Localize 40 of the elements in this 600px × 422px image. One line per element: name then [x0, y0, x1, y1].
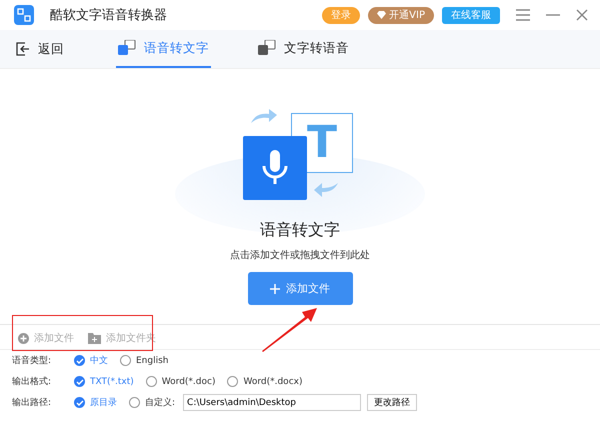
back-button[interactable]: 返回: [14, 30, 66, 68]
change-path-button[interactable]: 更改路径: [367, 394, 418, 411]
heading: 语音转文字: [260, 220, 340, 241]
check-icon: [76, 400, 84, 406]
radio-option[interactable]: Word(*.docx): [227, 376, 302, 387]
check-icon: [76, 358, 84, 364]
header-button[interactable]: 开通VIP: [368, 6, 434, 24]
radio-option[interactable]: Word(*.doc): [146, 376, 216, 387]
app-logo-icon: [14, 5, 34, 25]
curved-arrow-icon: [251, 109, 277, 123]
tab[interactable]: 语音转文字: [116, 30, 211, 68]
radio-option[interactable]: 原目录: [74, 396, 117, 409]
option-label: 语音类型:: [12, 354, 52, 367]
tab-icon: [258, 40, 276, 56]
exit-icon: [16, 42, 30, 56]
radio-option[interactable]: 自定义:: [129, 396, 176, 409]
option-label: 输出路径:: [12, 396, 52, 409]
header-button[interactable]: 在线客服: [442, 6, 500, 24]
radio-option[interactable]: 中文: [74, 354, 108, 367]
check-icon: [76, 378, 84, 384]
plus-circle-icon: [18, 332, 29, 344]
tab-icon: [118, 40, 136, 56]
menu-icon[interactable]: [516, 9, 530, 21]
letter-t: T: [306, 121, 337, 165]
radio-option[interactable]: TXT(*.txt): [74, 376, 134, 387]
radio-option[interactable]: English: [120, 355, 168, 366]
path-field[interactable]: C:\Users\admin\Desktop: [183, 394, 362, 411]
plus-icon: [270, 284, 280, 294]
toolbar-button[interactable]: 添加文件: [18, 331, 74, 345]
curved-arrow-icon: [314, 183, 338, 197]
add-file-button[interactable]: 添加文件: [248, 272, 352, 305]
close-icon[interactable]: [576, 9, 588, 21]
option-label: 输出格式:: [12, 376, 52, 388]
window-title: 酷软文字语音转换器: [50, 7, 167, 24]
annotation-arrow: [261, 308, 317, 352]
minimize-icon[interactable]: [546, 14, 560, 16]
tab[interactable]: 文字转语音: [256, 30, 351, 68]
folder-icon: [88, 332, 101, 344]
diamond-icon: [377, 11, 386, 19]
drop-hint: 点击添加文件或拖拽文件到此处: [230, 248, 370, 262]
